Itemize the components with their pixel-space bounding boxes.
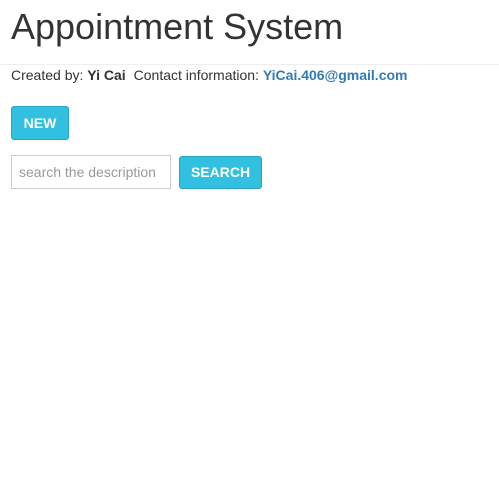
search-button[interactable]: SEARCH bbox=[179, 156, 262, 189]
contact-email-link[interactable]: YiCai.406@gmail.com bbox=[263, 67, 408, 83]
credits-line: Created by: Yi Cai Contact information: Y… bbox=[11, 67, 407, 83]
contact-label: Contact information: bbox=[133, 67, 259, 83]
page: Appointment System Created by: Yi Cai Con… bbox=[0, 0, 499, 477]
page-title: Appointment System bbox=[11, 6, 344, 47]
author-name: Yi Cai bbox=[87, 67, 126, 83]
title-divider bbox=[0, 64, 499, 65]
search-input[interactable] bbox=[11, 155, 171, 189]
new-appointment-button[interactable]: NEW bbox=[11, 106, 69, 140]
created-by-label: Created by: bbox=[11, 67, 84, 83]
